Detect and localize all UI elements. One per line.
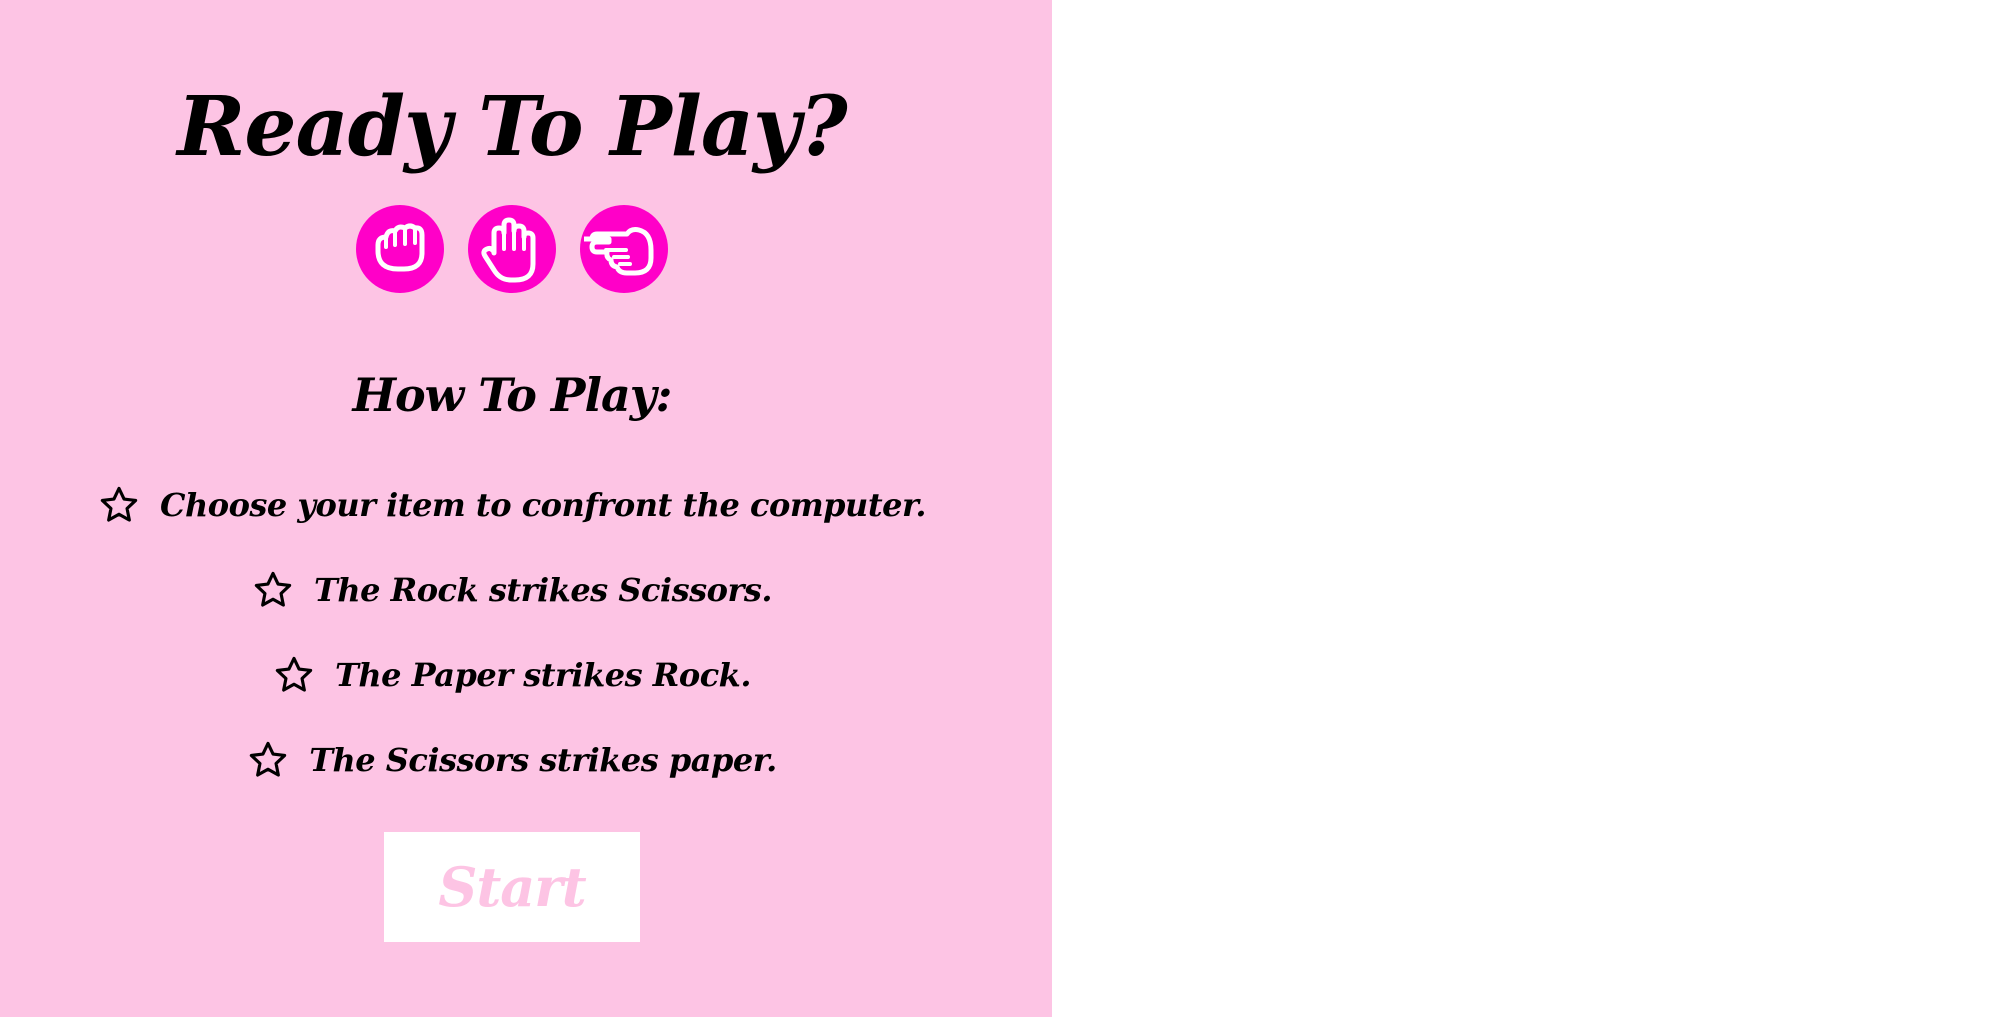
page-title: Ready To Play? bbox=[177, 79, 847, 175]
start-button[interactable]: Start bbox=[384, 832, 640, 942]
paper-hand-icon bbox=[481, 217, 536, 283]
scissors-choice-button[interactable] bbox=[580, 205, 668, 293]
rock-hand-icon bbox=[375, 223, 425, 272]
rules-list: Choose your item to confront the compute… bbox=[0, 462, 1024, 802]
scissors-hand-icon bbox=[584, 227, 654, 276]
star-outline-icon bbox=[249, 741, 287, 777]
how-to-play-heading: How To Play: bbox=[352, 368, 673, 422]
rule-text: The Rock strikes Scissors. bbox=[314, 570, 772, 609]
list-item: The Scissors strikes paper. bbox=[0, 717, 1024, 802]
intro-panel: Ready To Play? How To Play: Choose your … bbox=[0, 0, 1052, 1017]
rule-text: Choose your item to confront the compute… bbox=[159, 485, 927, 524]
rule-text: The Scissors strikes paper. bbox=[309, 740, 777, 779]
list-item: Choose your item to confront the compute… bbox=[0, 462, 1024, 547]
list-item: The Rock strikes Scissors. bbox=[0, 547, 1024, 632]
list-item: The Paper strikes Rock. bbox=[0, 632, 1024, 717]
star-outline-icon bbox=[100, 486, 138, 522]
page: Ready To Play? How To Play: Choose your … bbox=[0, 0, 2002, 1017]
choice-icons bbox=[0, 205, 1024, 293]
paper-choice-button[interactable] bbox=[468, 205, 556, 293]
star-outline-icon bbox=[254, 571, 292, 607]
game-area bbox=[1052, 0, 2002, 1017]
star-outline-icon bbox=[275, 656, 313, 692]
rock-choice-button[interactable] bbox=[356, 205, 444, 293]
rule-text: The Paper strikes Rock. bbox=[335, 655, 751, 694]
